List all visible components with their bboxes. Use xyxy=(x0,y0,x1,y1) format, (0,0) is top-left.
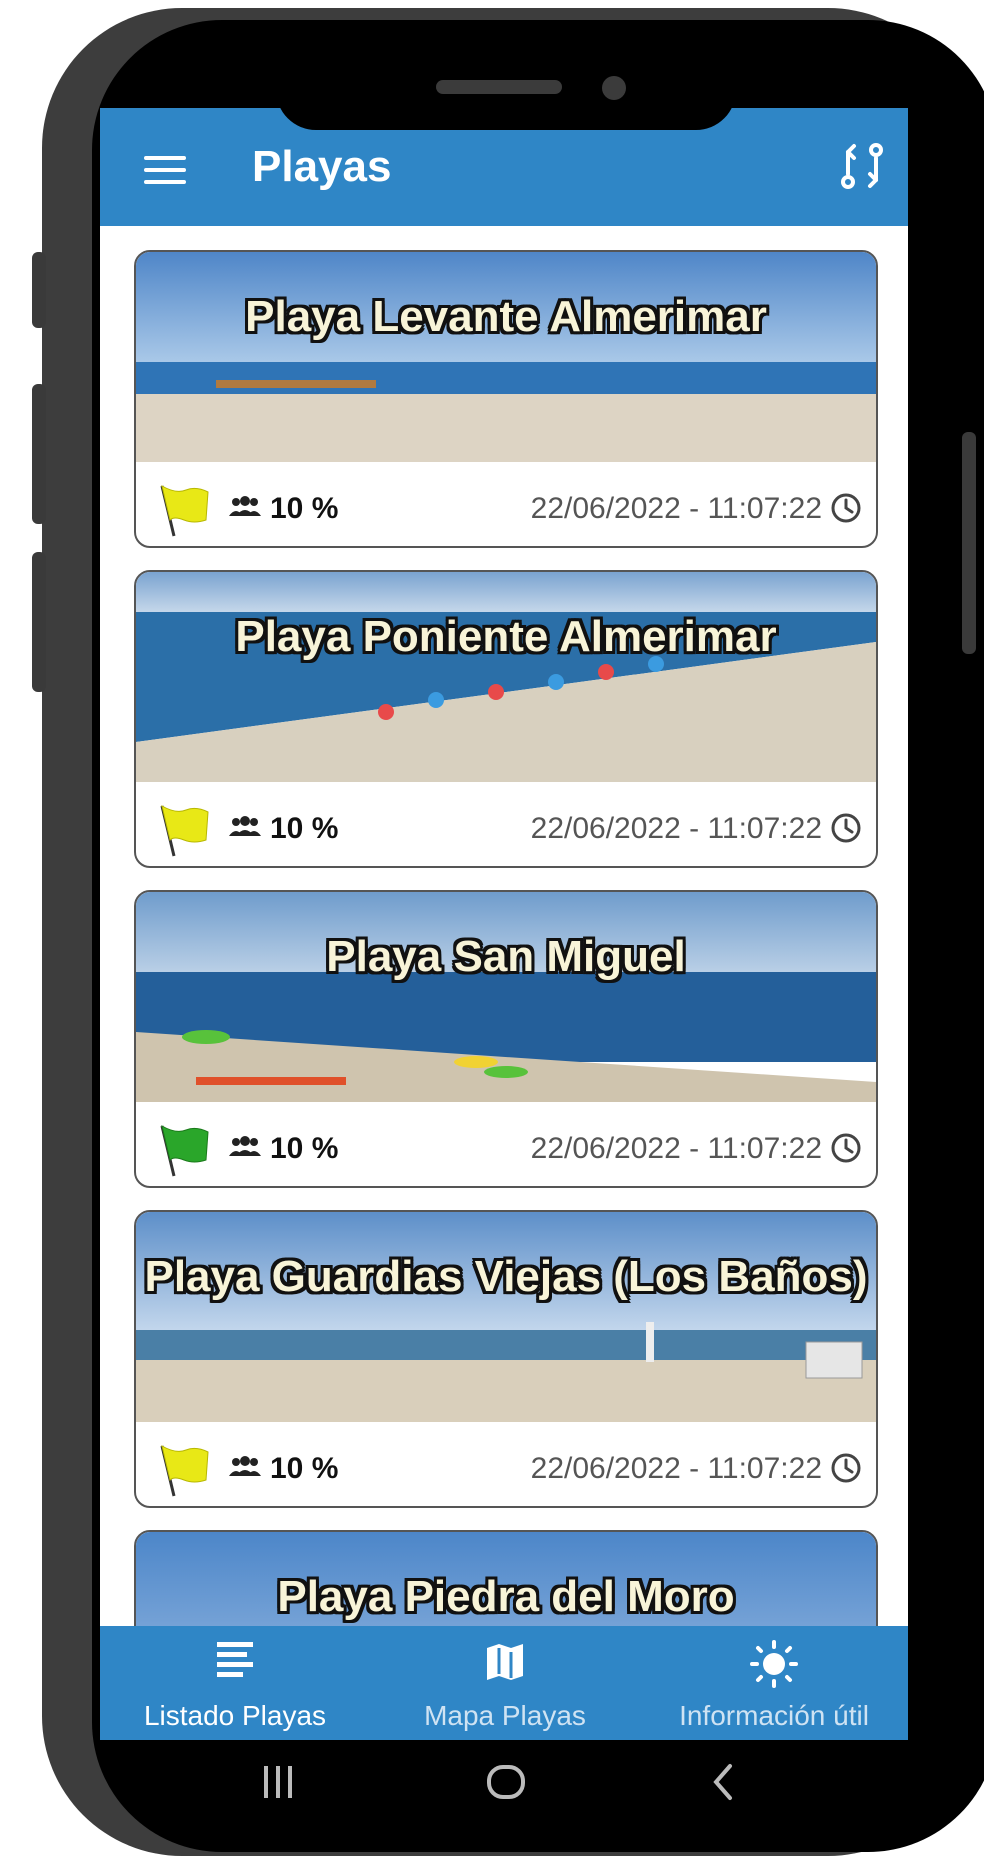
notch xyxy=(276,60,736,130)
back-icon[interactable] xyxy=(708,1762,738,1802)
people-icon xyxy=(229,816,261,836)
home-icon[interactable] xyxy=(486,1762,526,1802)
map-icon xyxy=(487,1644,523,1680)
clock-icon xyxy=(831,813,861,843)
updated-timestamp: 22/06/2022 - 11:07:22 xyxy=(530,812,822,845)
beach-name: Playa Piedra del Moro xyxy=(277,1572,735,1621)
nav-label: Mapa Playas xyxy=(424,1700,586,1731)
menu-icon[interactable] xyxy=(144,156,186,186)
updated-timestamp: 22/06/2022 - 11:07:22 xyxy=(530,492,822,525)
yellow-flag-icon xyxy=(160,1444,209,1497)
nav-mapa-playas[interactable]: Mapa Playas xyxy=(370,1626,640,1740)
speaker xyxy=(436,80,562,94)
page-title: Playas xyxy=(252,142,392,191)
beach-status-bar: 10 % 22/06/2022 - 11:07:22 xyxy=(136,468,876,546)
beach-name: Playa San Miguel xyxy=(326,932,686,981)
beach-card[interactable]: Playa Levante Almerimar 10 % 22/06/2022 … xyxy=(134,250,878,548)
beach-photo xyxy=(136,1212,876,1422)
beach-photo xyxy=(136,252,876,462)
occupancy-value: 10 % xyxy=(270,812,339,845)
yellow-flag-icon xyxy=(160,804,209,857)
front-camera xyxy=(602,76,626,100)
beach-status-bar: 10 % 22/06/2022 - 11:07:22 xyxy=(136,788,876,866)
clock-icon xyxy=(831,1133,861,1163)
beach-card[interactable]: Playa San Miguel 10 % 22/06/2022 - 11:07… xyxy=(134,890,878,1188)
system-navigation-bar xyxy=(100,1740,908,1822)
side-button xyxy=(962,432,976,654)
beach-name: Playa Guardias Viejas (Los Baños) xyxy=(144,1252,868,1301)
updated-timestamp: 22/06/2022 - 11:07:22 xyxy=(530,1452,822,1485)
clock-icon xyxy=(831,493,861,523)
nav-listado-playas[interactable]: Listado Playas xyxy=(100,1626,370,1740)
beach-status-bar: 10 % 22/06/2022 - 11:07:22 xyxy=(136,1428,876,1506)
beach-list: Playa Levante Almerimar 10 % 22/06/2022 … xyxy=(100,226,908,1740)
beach-photo xyxy=(136,572,876,782)
people-icon xyxy=(229,1136,261,1156)
beach-card[interactable]: Playa Guardias Viejas (Los Baños) 10 % 2… xyxy=(134,1210,878,1508)
beach-status-bar: 10 % 22/06/2022 - 11:07:22 xyxy=(136,1108,876,1186)
side-button xyxy=(32,552,46,692)
green-flag-icon xyxy=(160,1124,209,1177)
side-button xyxy=(32,252,46,328)
list-icon xyxy=(217,1642,253,1677)
nav-informacion-util[interactable]: Información útil xyxy=(640,1626,908,1740)
occupancy-value: 10 % xyxy=(270,492,339,525)
occupancy-value: 10 % xyxy=(270,1132,339,1165)
yellow-flag-icon xyxy=(160,484,209,537)
beach-card[interactable]: Playa Poniente Almerimar 10 % 22/06/2022… xyxy=(134,570,878,868)
side-button xyxy=(32,384,46,524)
clock-icon xyxy=(831,1453,861,1483)
sun-icon xyxy=(750,1640,798,1688)
occupancy-value: 10 % xyxy=(270,1452,339,1485)
nav-label: Listado Playas xyxy=(143,1700,327,1731)
beach-name: Playa Poniente Almerimar xyxy=(235,612,777,661)
people-icon xyxy=(229,496,261,516)
beach-photo xyxy=(136,892,876,1102)
sync-icon[interactable] xyxy=(834,138,890,194)
updated-timestamp: 22/06/2022 - 11:07:22 xyxy=(530,1132,822,1165)
app-screen: Playas Playa Levante Almerimar 10 % 22/0… xyxy=(100,108,908,1740)
people-icon xyxy=(229,1456,261,1476)
bottom-navigation: Listado Playas Mapa Playas Información ú… xyxy=(100,1626,908,1740)
beach-name: Playa Levante Almerimar xyxy=(245,292,767,341)
recents-icon[interactable] xyxy=(260,1764,296,1800)
nav-label: Información útil xyxy=(679,1700,869,1731)
